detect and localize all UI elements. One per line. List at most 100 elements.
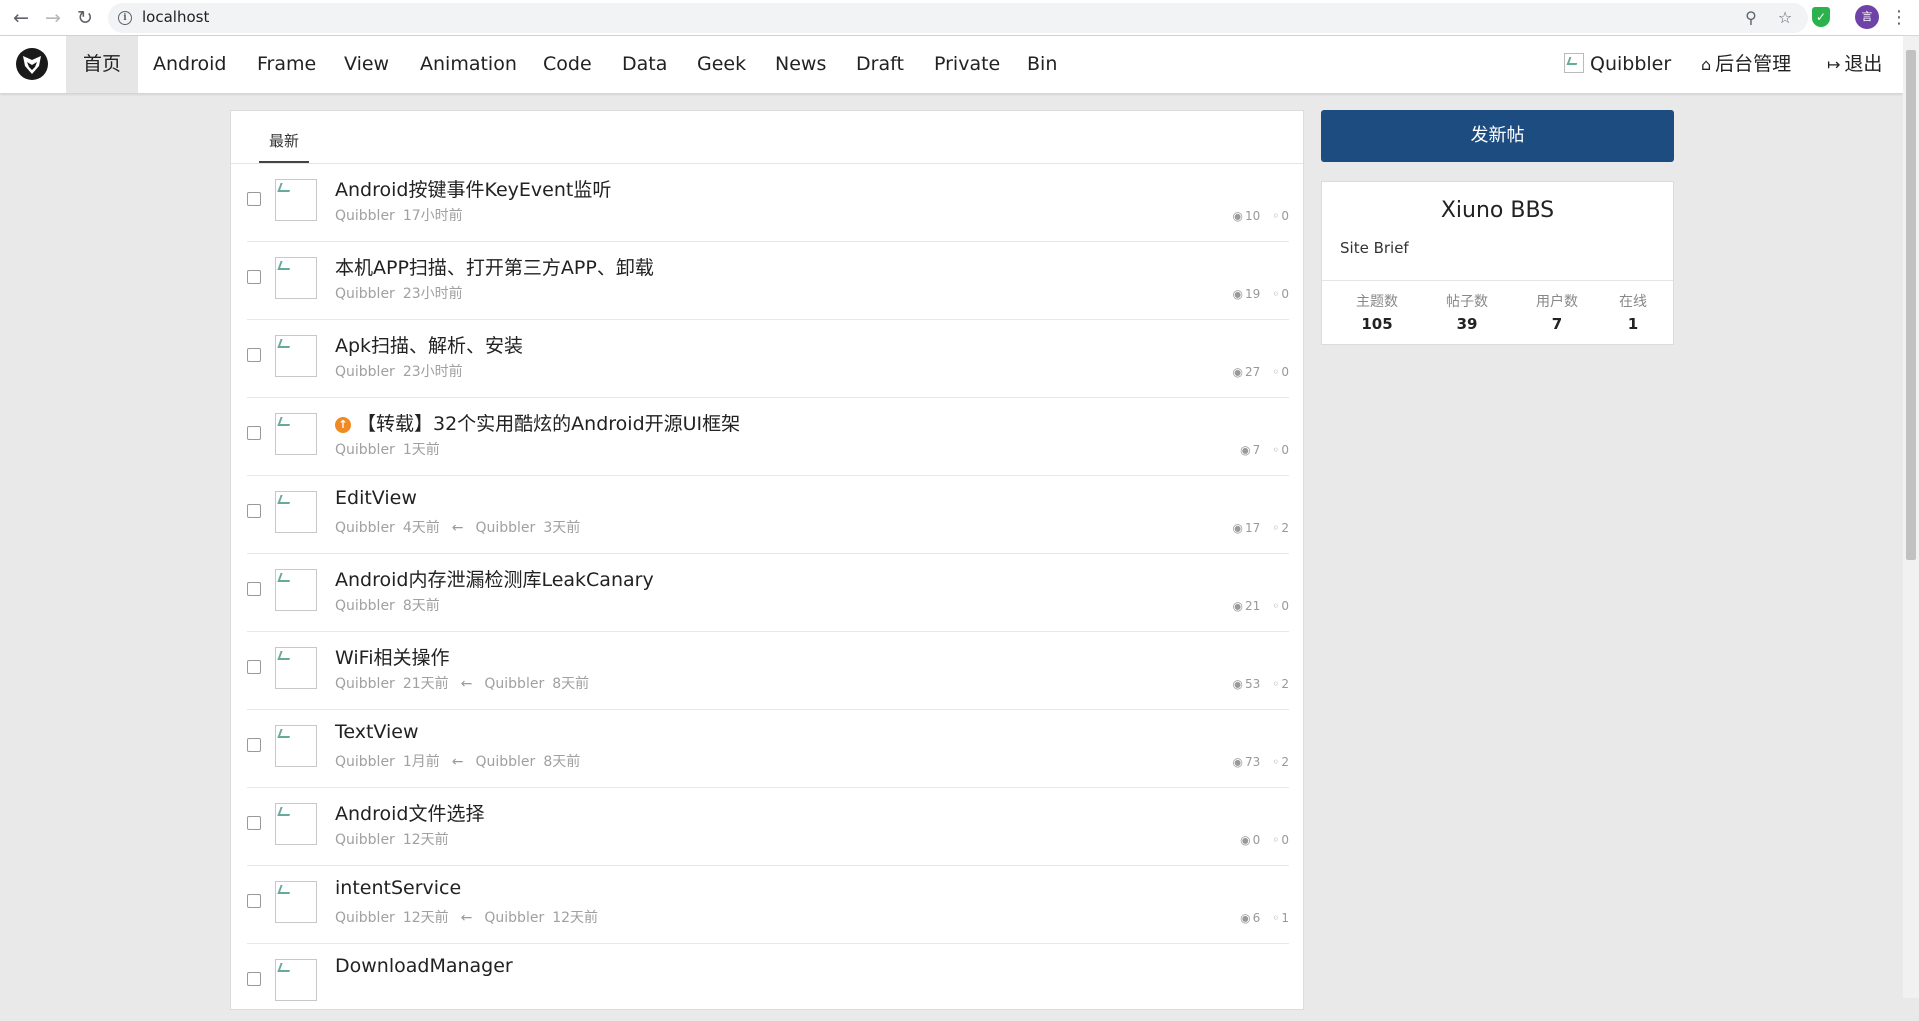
author-avatar[interactable] — [275, 569, 317, 611]
nav-item-draft[interactable]: Draft — [839, 36, 921, 93]
logout-link[interactable]: ↦ 退出 — [1827, 36, 1882, 93]
nav-item-android[interactable]: Android — [136, 36, 243, 93]
thread-title[interactable]: DownloadManager — [335, 955, 513, 977]
eye-icon: ◉ — [1232, 521, 1243, 535]
reload-icon[interactable]: ↻ — [73, 6, 97, 30]
author-avatar[interactable] — [275, 413, 317, 455]
zoom-icon[interactable]: ⚲ — [1741, 8, 1761, 28]
thread-checkbox[interactable] — [247, 192, 261, 206]
thread-title[interactable]: ↑ 【转载】32个实用酷炫的Android开源UI框架 — [335, 409, 740, 436]
thread-row[interactable]: Android内存泄漏检测库LeakCanary Quibbler 8天前 ◉ 21… — [247, 553, 1289, 632]
nav-item-news[interactable]: News — [758, 36, 843, 93]
stat-online: 在线 1 — [1619, 294, 1647, 333]
thread-meta: Quibbler 1月前 ← Quibbler 8天前 — [335, 754, 581, 770]
author-avatar[interactable] — [275, 257, 317, 299]
thread-title[interactable]: TextView — [335, 721, 419, 743]
site-name: Xiuno BBS — [1440, 198, 1555, 223]
thread-stats: ◉ 10 ◦ 0 — [1232, 209, 1289, 223]
author-avatar[interactable] — [275, 725, 317, 767]
author-avatar[interactable] — [275, 803, 317, 845]
comment-icon: ◦ — [1272, 209, 1280, 223]
thread-row[interactable]: Apk扫描、解析、安装 Quibbler 23小时前 ◉ 27 ◦ 0 — [247, 319, 1289, 398]
extension-shield-icon[interactable]: ✓ — [1812, 7, 1830, 27]
thread-row[interactable]: 本机APP扫描、打开第三方APP、卸载 Quibbler 23小时前 ◉ 19 ◦ 0 — [247, 241, 1289, 320]
eye-icon: ◉ — [1232, 287, 1243, 301]
eye-icon: ◉ — [1240, 833, 1251, 847]
author-avatar[interactable] — [275, 647, 317, 689]
author-avatar[interactable] — [275, 881, 317, 923]
author-avatar[interactable] — [275, 959, 317, 1001]
comment-icon: ◦ — [1272, 677, 1280, 691]
thread-checkbox[interactable] — [247, 426, 261, 440]
thread-title[interactable]: WiFi相关操作 — [335, 643, 449, 670]
sign-out-icon: ↦ — [1827, 55, 1841, 74]
thread-title[interactable]: EditView — [335, 487, 417, 509]
forward-icon[interactable]: → — [41, 6, 65, 30]
nav-item-frame[interactable]: Frame — [240, 36, 333, 93]
thread-title[interactable]: Android文件选择 — [335, 799, 484, 826]
address-bar[interactable]: i localhost ⚲ ☆ — [108, 3, 1808, 33]
thread-meta: Quibbler 1天前 — [335, 442, 440, 458]
admin-link[interactable]: ⌂ 后台管理 — [1701, 36, 1791, 93]
thread-checkbox[interactable] — [247, 816, 261, 830]
thread-title[interactable]: Android内存泄漏检测库LeakCanary — [335, 565, 654, 592]
bookmark-star-icon[interactable]: ☆ — [1775, 8, 1795, 28]
thread-meta: Quibbler 23小时前 — [335, 364, 463, 380]
thread-row[interactable]: Android按键事件KeyEvent监听 Quibbler 17小时前 ◉ 10 ◦… — [247, 163, 1289, 242]
author-avatar[interactable] — [275, 179, 317, 221]
thread-checkbox[interactable] — [247, 738, 261, 752]
home-icon: ⌂ — [1701, 55, 1712, 74]
site-logo-icon[interactable] — [16, 48, 48, 80]
nav-item-code[interactable]: Code — [526, 36, 609, 93]
comment-icon: ◦ — [1272, 599, 1280, 613]
site-info-icon[interactable]: i — [118, 11, 132, 25]
thread-row[interactable]: WiFi相关操作 Quibbler 21天前 ← Quibbler 8天前 ◉ 53 ◦ 2 — [247, 631, 1289, 710]
user-menu[interactable]: Quibbler — [1564, 36, 1671, 93]
tab-latest[interactable]: 最新 — [259, 111, 309, 163]
nav-item-animation[interactable]: Animation — [403, 36, 534, 93]
eye-icon: ◉ — [1232, 755, 1243, 769]
thread-meta: Quibbler 12天前 — [335, 832, 449, 848]
thread-title[interactable]: 本机APP扫描、打开第三方APP、卸载 — [335, 253, 654, 280]
back-icon[interactable]: ← — [9, 6, 33, 30]
profile-avatar[interactable]: 言 — [1855, 5, 1879, 29]
nav-item-home[interactable]: 首页 — [66, 36, 139, 93]
nav-item-geek[interactable]: Geek — [680, 36, 763, 93]
nav-item-bin[interactable]: Bin — [1010, 36, 1074, 93]
thread-checkbox[interactable] — [247, 270, 261, 284]
thread-checkbox[interactable] — [247, 504, 261, 518]
thread-stats: ◉ 53 ◦ 2 — [1232, 677, 1289, 691]
page-scrollbar[interactable] — [1903, 36, 1919, 998]
nav-item-view[interactable]: View — [327, 36, 406, 93]
stat-users: 用户数 7 — [1536, 294, 1578, 333]
nav-item-private[interactable]: Private — [917, 36, 1017, 93]
last-reply-arrow-icon: ← — [460, 910, 473, 926]
thread-checkbox[interactable] — [247, 582, 261, 596]
thread-stats: ◉ 73 ◦ 2 — [1232, 755, 1289, 769]
scrollbar-thumb[interactable] — [1906, 50, 1916, 560]
thread-title[interactable]: Android按键事件KeyEvent监听 — [335, 175, 611, 202]
nav-item-data[interactable]: Data — [605, 36, 684, 93]
thread-checkbox[interactable] — [247, 894, 261, 908]
thread-row[interactable]: TextView Quibbler 1月前 ← Quibbler 8天前 ◉ 73 ◦ 2 — [247, 709, 1289, 788]
thread-row[interactable]: EditView Quibbler 4天前 ← Quibbler 3天前 ◉ 17 ◦ 2 — [247, 475, 1289, 554]
thread-row[interactable]: Android文件选择 Quibbler 12天前 ◉ 0 ◦ 0 — [247, 787, 1289, 866]
thread-row[interactable]: ↑ 【转载】32个实用酷炫的Android开源UI框架 Quibbler 1天前 ◉… — [247, 397, 1289, 476]
thread-title[interactable]: Apk扫描、解析、安装 — [335, 331, 523, 358]
user-avatar — [1564, 53, 1584, 73]
thread-stats: ◉ 6 ◦ 1 — [1240, 911, 1289, 925]
more-menu-icon[interactable]: ⋮ — [1890, 6, 1908, 30]
thread-meta: Quibbler 21天前 ← Quibbler 8天前 — [335, 676, 590, 692]
thread-row[interactable]: intentService Quibbler 12天前 ← Quibbler 12天前 … — [247, 865, 1289, 944]
eye-icon: ◉ — [1232, 677, 1243, 691]
new-post-button[interactable]: 发新帖 — [1321, 110, 1674, 162]
thread-checkbox[interactable] — [247, 972, 261, 986]
thread-title[interactable]: intentService — [335, 877, 461, 899]
eye-icon: ◉ — [1232, 365, 1243, 379]
thread-checkbox[interactable] — [247, 348, 261, 362]
thread-checkbox[interactable] — [247, 660, 261, 674]
thread-row[interactable]: DownloadManager — [247, 943, 1289, 1021]
author-avatar[interactable] — [275, 491, 317, 533]
author-avatar[interactable] — [275, 335, 317, 377]
url-text[interactable]: localhost — [142, 8, 209, 26]
